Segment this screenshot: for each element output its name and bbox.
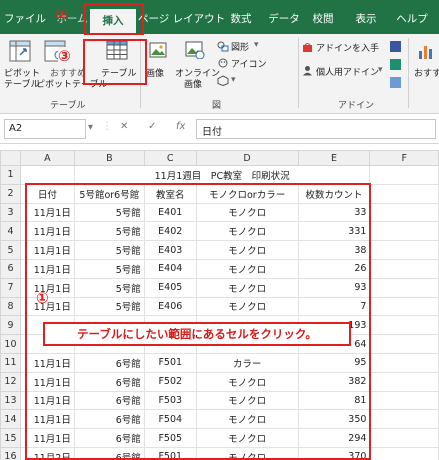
3d-model-dropdown-icon[interactable]: ▾ <box>231 75 236 85</box>
column-header-b[interactable]: B <box>73 150 145 166</box>
ribbon-separator <box>298 38 299 108</box>
column-header-d[interactable]: D <box>195 150 299 166</box>
cell[interactable] <box>369 296 439 317</box>
cell[interactable] <box>369 240 439 260</box>
row-header[interactable]: 1 <box>0 165 21 185</box>
cell[interactable] <box>369 334 439 354</box>
cell[interactable] <box>369 258 439 279</box>
row-header[interactable]: 6 <box>0 258 21 279</box>
tab-help[interactable]: ヘルプ <box>392 8 432 30</box>
row-header[interactable]: 12 <box>0 371 21 392</box>
people-graph-icon[interactable] <box>389 76 402 89</box>
get-addins-button[interactable]: アドインを入手 <box>316 41 379 54</box>
tab-view[interactable]: 表示 <box>348 8 384 30</box>
cancel-icon[interactable]: ✕ <box>120 121 128 132</box>
sheet-title-cell[interactable]: 11月1週目 PC教室 印刷状況 <box>73 165 371 185</box>
table-group-label: テーブル <box>50 101 86 111</box>
cell[interactable] <box>369 428 439 448</box>
row-header[interactable]: 13 <box>0 390 21 411</box>
formula-bar: A2 ▾ ⋮ ✕ ✓ fx 日付 <box>0 114 439 144</box>
icons-button[interactable]: アイコン <box>231 57 267 70</box>
instruction-callout: テーブルにしたい範囲にあるセルをクリック。 <box>43 322 351 346</box>
cell[interactable] <box>369 390 439 411</box>
cell[interactable] <box>369 183 439 204</box>
cell[interactable] <box>369 315 439 336</box>
step-2-marker: ② <box>55 6 68 24</box>
step-1-marker: ① <box>36 289 49 307</box>
row-header[interactable]: 5 <box>0 240 21 260</box>
cell[interactable] <box>369 409 439 430</box>
ribbon: ピボット テーブル おすすめ ピボットテーブル テーブル テーブル 画像 オンラ… <box>0 34 439 114</box>
cell[interactable] <box>369 165 439 185</box>
row-header[interactable]: 14 <box>0 409 21 430</box>
row-header[interactable]: 9 <box>0 315 21 336</box>
shapes-button[interactable]: 図形 <box>231 40 249 53</box>
highlight-table-button <box>83 39 147 85</box>
name-box-dropdown-icon[interactable]: ▾ <box>88 122 93 133</box>
row-header[interactable]: 15 <box>0 428 21 448</box>
cell[interactable] <box>369 221 439 242</box>
addins-group-label: アドイン <box>338 101 375 111</box>
3d-model-icon[interactable] <box>217 75 229 86</box>
row-header[interactable]: 8 <box>0 296 21 317</box>
row-header[interactable]: 3 <box>0 202 21 223</box>
recommended-charts-button[interactable]: おすす <box>414 66 439 79</box>
tab-review[interactable]: 校閲 <box>308 8 338 30</box>
column-header-f[interactable]: F <box>369 150 439 166</box>
column-header-c[interactable]: C <box>143 150 197 166</box>
bing-maps-icon[interactable] <box>389 58 402 71</box>
image-button[interactable]: 画像 <box>146 66 164 79</box>
cell[interactable] <box>369 202 439 223</box>
visio-icon[interactable] <box>389 40 402 53</box>
online-image-label-2[interactable]: 画像 <box>184 77 202 90</box>
store-icon[interactable] <box>302 42 313 53</box>
illustrations-group-label: 図 <box>212 101 222 111</box>
enter-icon[interactable]: ✓ <box>148 121 156 132</box>
cell[interactable] <box>369 352 439 373</box>
shapes-icon[interactable] <box>217 41 229 52</box>
column-header-a[interactable]: A <box>19 150 75 166</box>
formula-input[interactable]: 日付 <box>196 119 436 139</box>
recommended-charts-icon[interactable] <box>417 42 435 60</box>
tab-file[interactable]: ファイル <box>4 8 46 30</box>
tab-formulas[interactable]: 数式 <box>226 8 256 30</box>
row-header[interactable]: 16 <box>0 446 21 460</box>
pivot-table-label-2[interactable]: テーブル <box>4 77 39 90</box>
ribbon-separator <box>408 38 409 108</box>
tab-data[interactable]: データ <box>264 8 304 30</box>
row-header[interactable]: 2 <box>0 183 21 204</box>
highlight-insert-tab <box>84 3 144 35</box>
select-all-corner[interactable] <box>0 150 21 166</box>
cell[interactable] <box>19 165 75 185</box>
icons-icon[interactable] <box>217 58 229 69</box>
name-box[interactable]: A2 <box>4 119 86 139</box>
cell[interactable] <box>369 277 439 298</box>
tab-page-layout[interactable]: ページ レイアウト <box>138 8 225 30</box>
online-image-icon[interactable] <box>185 41 205 59</box>
row-header[interactable]: 11 <box>0 352 21 373</box>
column-header-e[interactable]: E <box>297 150 371 166</box>
insert-function-icon[interactable]: fx <box>176 121 185 132</box>
step-3-marker: ③ <box>58 47 71 65</box>
personal-addins-icon[interactable] <box>302 65 313 76</box>
cell[interactable] <box>369 446 439 460</box>
personal-addins-dropdown-icon[interactable]: ▾ <box>378 65 383 75</box>
cell[interactable] <box>369 371 439 392</box>
pivot-table-icon[interactable] <box>9 40 31 62</box>
image-icon[interactable] <box>149 42 167 58</box>
personal-addins-button[interactable]: 個人用アドイン <box>316 65 379 78</box>
row-header[interactable]: 7 <box>0 277 21 298</box>
shapes-dropdown-icon[interactable]: ▾ <box>254 40 259 50</box>
row-header[interactable]: 10 <box>0 334 21 354</box>
row-header[interactable]: 4 <box>0 221 21 242</box>
more-dots-icon: ⋮ <box>102 121 112 132</box>
